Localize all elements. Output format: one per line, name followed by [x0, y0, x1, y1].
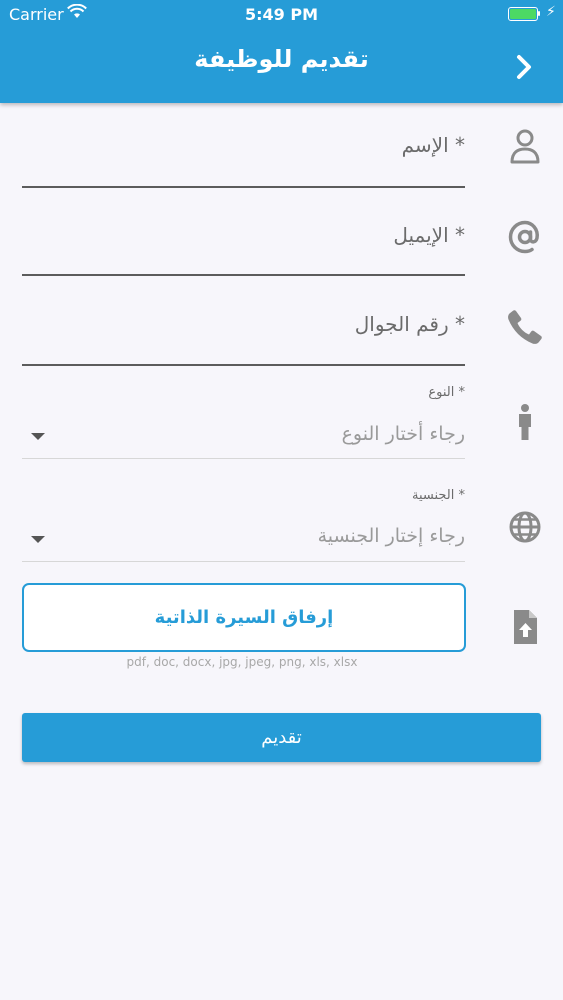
- attach-cv-button[interactable]: إرفاق السيرة الذاتية: [22, 583, 466, 652]
- nationality-label: الجنسية *: [411, 488, 465, 503]
- submit-button[interactable]: تقديم: [22, 713, 541, 762]
- name-field[interactable]: الإسم *: [25, 133, 465, 157]
- nationality-underline: [22, 561, 465, 562]
- mobile-field[interactable]: رقم الجوال *: [25, 312, 465, 336]
- phone-icon: [505, 307, 545, 347]
- person-icon: [505, 125, 545, 165]
- gender-label: النوع *: [428, 385, 465, 400]
- status-bar: Carrier 5:49 PM ⚡: [0, 0, 563, 30]
- at-icon: [505, 217, 545, 257]
- chevron-right-icon: [517, 55, 531, 79]
- back-button[interactable]: [505, 48, 545, 86]
- app-bar: Carrier 5:49 PM ⚡ تقديم للوظيفة: [0, 0, 563, 103]
- person-standing-icon: [505, 402, 545, 442]
- page-title: تقديم للوظيفة: [194, 45, 369, 73]
- file-upload-icon: [505, 607, 545, 647]
- email-field[interactable]: الإيميل *: [25, 223, 465, 247]
- gender-underline: [22, 458, 465, 459]
- email-underline: [22, 274, 465, 276]
- name-underline: [22, 186, 465, 188]
- gender-select[interactable]: رجاء أختار النوع: [65, 423, 465, 445]
- battery-icon: [508, 7, 538, 21]
- nationality-select[interactable]: رجاء إختار الجنسية: [65, 525, 465, 547]
- chevron-down-icon[interactable]: [31, 433, 45, 440]
- chevron-down-icon[interactable]: [31, 536, 45, 543]
- battery-cap: [538, 11, 540, 16]
- charging-icon: ⚡: [546, 4, 556, 20]
- allowed-formats: pdf, doc, docx, jpg, jpeg, png, xls, xls…: [126, 655, 358, 669]
- status-time: 5:49 PM: [244, 5, 318, 24]
- mobile-underline: [22, 364, 465, 366]
- globe-icon: [505, 507, 545, 547]
